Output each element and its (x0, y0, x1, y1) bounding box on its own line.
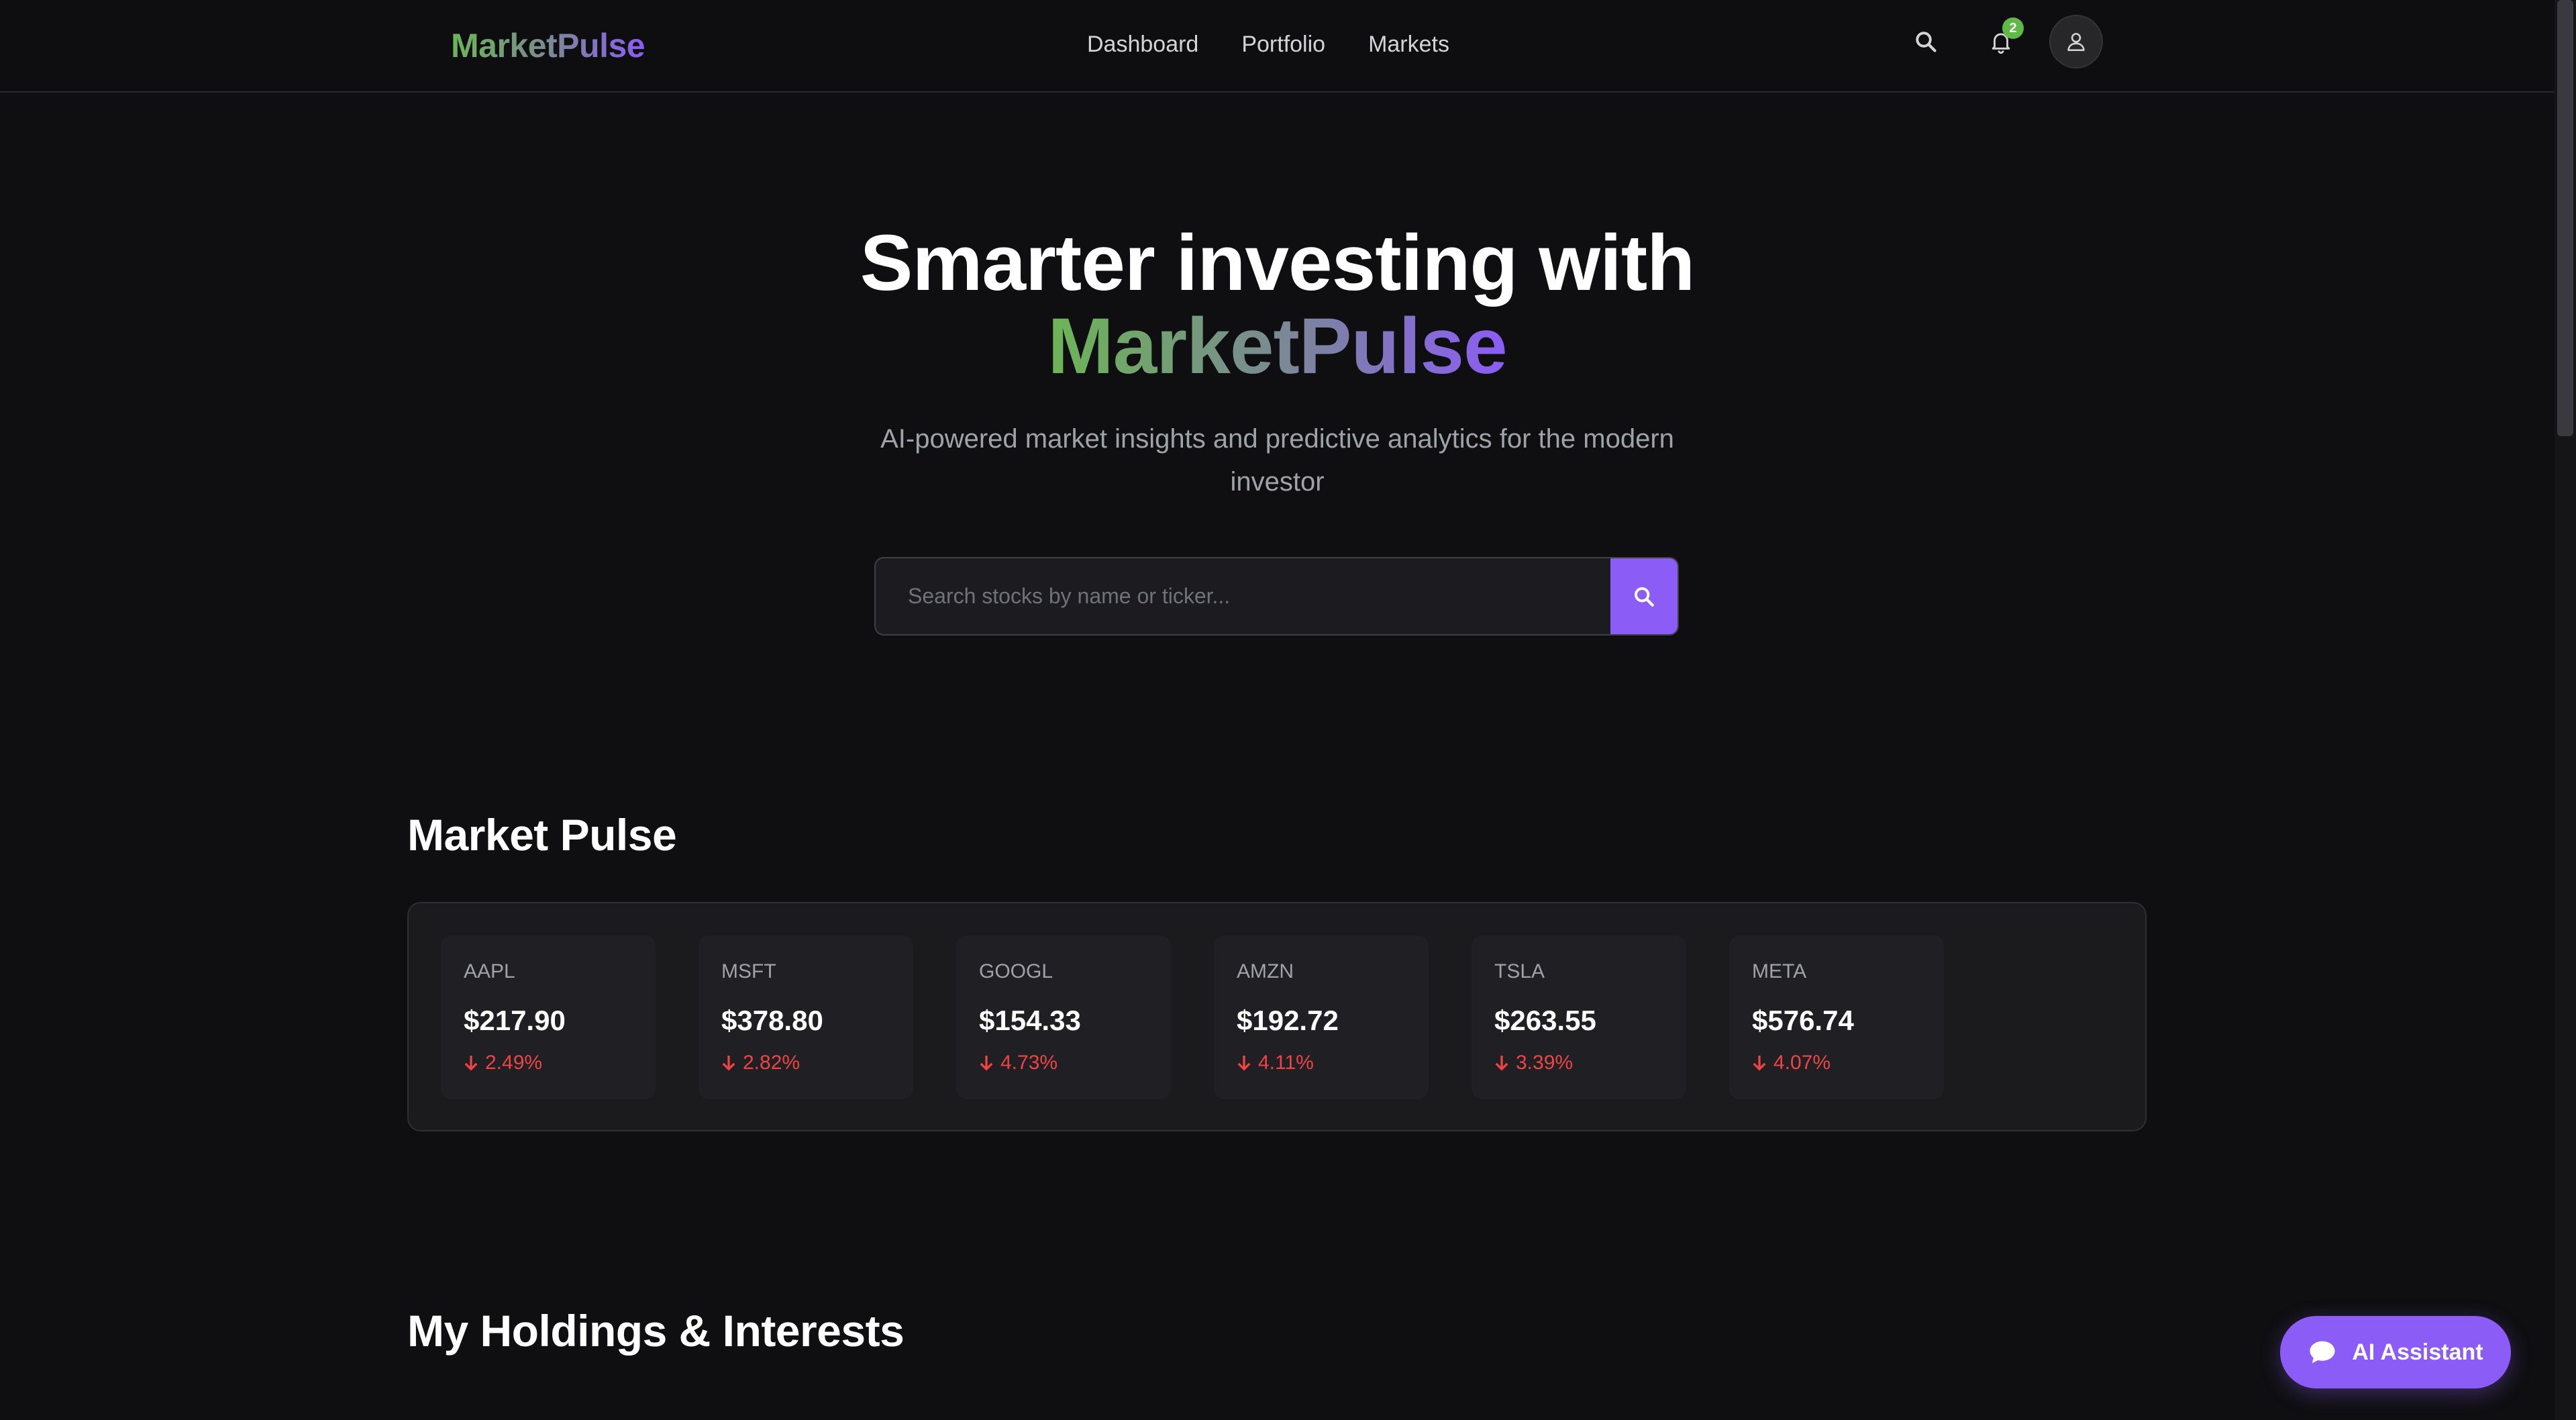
arrow-down-icon (980, 1056, 993, 1071)
ticker-change-value: 2.82% (743, 1052, 801, 1074)
ai-assistant-label: AI Assistant (2352, 1339, 2483, 1365)
ticker-price: $217.90 (464, 1005, 566, 1036)
ticker-symbol: GOOGL (979, 960, 1053, 982)
ticker-symbol: TSLA (1494, 960, 1545, 982)
ticker-change-value: 2.49% (485, 1052, 543, 1074)
ticker-change: 4.11% (1237, 1051, 1429, 1075)
ticker-change: 4.07% (1752, 1051, 1944, 1075)
stock-search-bar (874, 557, 1679, 636)
notifications-button[interactable]: 2 (1974, 15, 2028, 68)
nav-link-dashboard[interactable]: Dashboard (1087, 30, 1198, 59)
arrow-down-icon (1495, 1056, 1508, 1071)
arrow-down-icon (722, 1056, 735, 1071)
chat-bubble-icon (2310, 1341, 2335, 1364)
nav-actions: 2 (1899, 15, 2103, 68)
ticker-card-meta[interactable]: META $576.74 4.07% (1729, 935, 1944, 1099)
user-icon (2067, 33, 2085, 52)
search-icon (1916, 32, 1937, 52)
ticker-card-aapl[interactable]: AAPL $217.90 2.49% (441, 935, 656, 1099)
nav-link-portfolio[interactable]: Portfolio (1241, 30, 1325, 59)
nav-link-markets[interactable]: Markets (1368, 30, 1449, 59)
market-pulse-panel: AAPL $217.90 2.49% MSFT $378.80 2.82% GO… (407, 902, 2147, 1131)
ticker-price: $154.33 (979, 1005, 1081, 1036)
nav-search-button[interactable] (1899, 15, 1953, 68)
notification-badge: 2 (2002, 17, 2024, 39)
ai-assistant-button[interactable]: AI Assistant (2280, 1316, 2511, 1388)
ticker-change-value: 4.11% (1258, 1052, 1314, 1074)
main-nav: Dashboard Portfolio Markets (1087, 30, 1449, 59)
ticker-change-value: 3.39% (1516, 1052, 1574, 1074)
ticker-card-tsla[interactable]: TSLA $263.55 3.39% (1472, 935, 1686, 1099)
ticker-price: $576.74 (1752, 1005, 1854, 1036)
hero-title-brand: MarketPulse (1047, 302, 1507, 391)
ticker-symbol: AMZN (1237, 960, 1294, 982)
ticker-change: 2.49% (464, 1051, 656, 1075)
market-pulse-title: Market Pulse (407, 810, 677, 860)
ticker-symbol: AAPL (464, 960, 515, 982)
holdings-title: My Holdings & Interests (407, 1306, 905, 1356)
stock-search-input[interactable] (876, 558, 1610, 634)
ticker-price: $192.72 (1237, 1005, 1339, 1036)
ticker-change-value: 4.73% (1000, 1052, 1058, 1074)
top-navbar: MarketPulse Dashboard Portfolio Markets … (0, 0, 2555, 93)
hero-title: Smarter investing with MarketPulse (0, 221, 2555, 388)
scrollbar-thumb[interactable] (2557, 0, 2573, 436)
ticker-price: $378.80 (721, 1005, 823, 1036)
brand-logo[interactable]: MarketPulse (451, 24, 646, 67)
ticker-symbol: MSFT (721, 960, 776, 982)
arrow-down-icon (1753, 1056, 1766, 1071)
page-scrollbar[interactable] (2555, 0, 2576, 1420)
ticker-card-googl[interactable]: GOOGL $154.33 4.73% (956, 935, 1171, 1099)
arrow-down-icon (464, 1056, 478, 1071)
ticker-card-amzn[interactable]: AMZN $192.72 4.11% (1214, 935, 1429, 1099)
ticker-card-msft[interactable]: MSFT $378.80 2.82% (699, 935, 913, 1099)
ticker-change-value: 4.07% (1773, 1052, 1831, 1074)
ticker-change: 4.73% (979, 1051, 1171, 1075)
ticker-change: 3.39% (1494, 1051, 1686, 1075)
hero-subtitle: AI-powered market insights and predictiv… (880, 424, 1674, 497)
ticker-change: 2.82% (721, 1051, 913, 1075)
page: MarketPulse Dashboard Portfolio Markets … (0, 0, 2576, 1420)
stock-search-button[interactable] (1610, 558, 1678, 634)
hero-title-line1: Smarter investing with (860, 219, 1696, 307)
user-avatar-button[interactable] (2049, 15, 2103, 68)
ticker-price: $263.55 (1494, 1005, 1596, 1036)
ticker-symbol: META (1752, 960, 1807, 982)
search-icon (1634, 587, 1654, 607)
arrow-down-icon (1237, 1056, 1251, 1071)
ticker-list: AAPL $217.90 2.49% MSFT $378.80 2.82% GO… (441, 935, 1944, 1099)
